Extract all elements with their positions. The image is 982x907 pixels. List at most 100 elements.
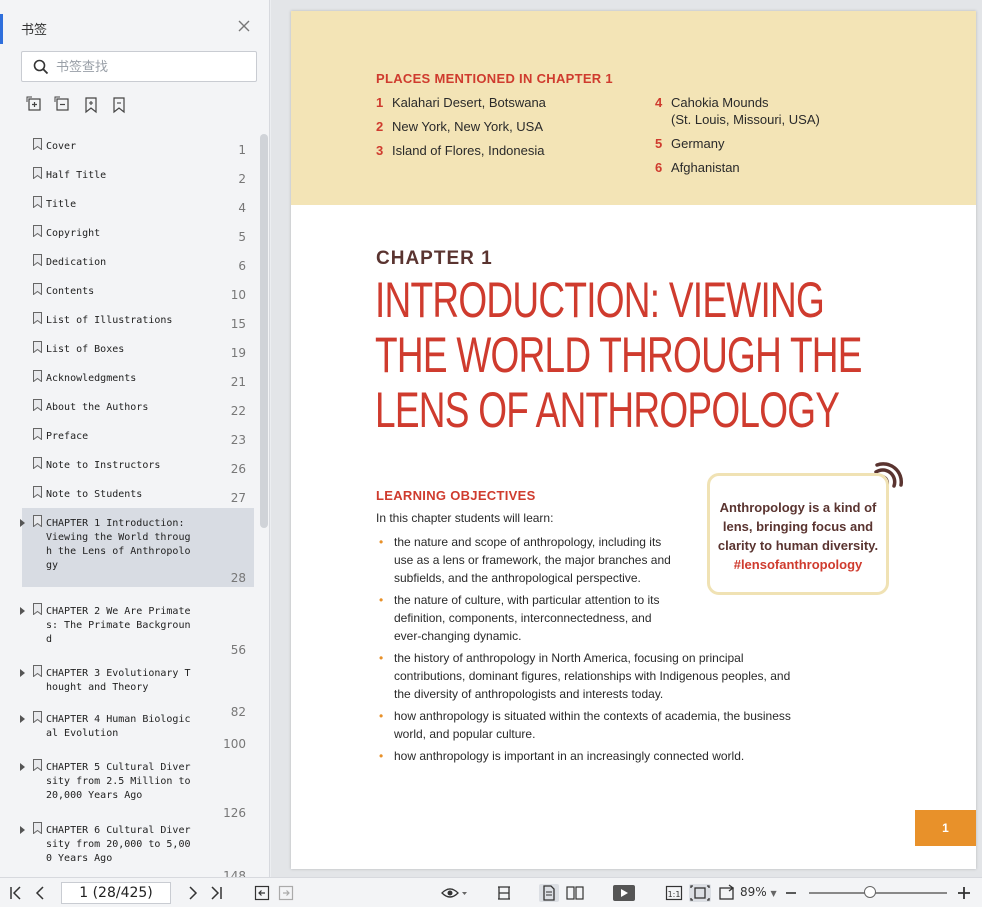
next-page-icon[interactable]: [185, 884, 201, 902]
actual-size-icon[interactable]: 1:1: [665, 884, 683, 902]
bookmark-label: CHAPTER 1 Introduction: Viewing the Worl…: [46, 518, 191, 571]
bookmark-item[interactable]: Dedication 6: [22, 247, 254, 277]
objective-text: the nature of culture, with particular a…: [394, 593, 660, 643]
place-name: Germany: [671, 136, 725, 151]
document-page: PLACES MENTIONED IN CHAPTER 1 1 Kalahari …: [291, 11, 976, 869]
bookmark-item[interactable]: Preface 23: [22, 421, 254, 451]
bookmark-item[interactable]: CHAPTER 1 Introduction: Viewing the Worl…: [20, 508, 254, 587]
place-item: 3 Island of Flores, Indonesia: [376, 142, 546, 159]
bookmark-item[interactable]: CHAPTER 2 We Are Primates: The Primate B…: [20, 596, 254, 657]
bookmark-flag-icon: [33, 428, 42, 440]
bookmark-flag-icon: [33, 822, 42, 834]
expand-arrow-icon[interactable]: [20, 519, 25, 527]
bookmark-label: CHAPTER 2 We Are Primates: The Primate B…: [46, 606, 191, 645]
zoom-level[interactable]: 89% ▼: [740, 885, 777, 899]
last-page-icon[interactable]: [208, 884, 224, 902]
bookmark-flag-icon: [33, 486, 42, 498]
bookmark-search-input[interactable]: [56, 57, 246, 77]
play-icon[interactable]: [612, 884, 636, 902]
bookmark-item[interactable]: Acknowledgments 21: [22, 363, 254, 393]
callout-hashtag: #lensofanthropology: [733, 557, 863, 572]
first-page-icon[interactable]: [8, 884, 24, 902]
bookmark-page-number: 26: [230, 462, 246, 476]
zoom-in-icon[interactable]: [956, 884, 972, 902]
place-name: Island of Flores, Indonesia: [392, 143, 545, 158]
bookmark-item[interactable]: Cover 1: [22, 131, 254, 161]
bookmark-panel-title: 书签: [21, 23, 48, 38]
expand-arrow-icon[interactable]: [20, 607, 25, 615]
zoom-out-icon[interactable]: [784, 884, 798, 902]
expand-all-icon[interactable]: [26, 96, 44, 114]
bookmark-item[interactable]: CHAPTER 4 Human Biological Evolution 100: [20, 704, 254, 751]
place-number: 3: [376, 143, 384, 158]
bookmark-item[interactable]: Half Title 2: [22, 160, 254, 190]
document-viewport[interactable]: PLACES MENTIONED IN CHAPTER 1 1 Kalahari …: [271, 0, 982, 877]
svg-text:1:1: 1:1: [668, 890, 681, 899]
previous-page-icon[interactable]: [32, 884, 48, 902]
chapter-title-line: THE WORLD THROUGH THE: [375, 327, 862, 383]
bookmark-label: Preface: [46, 431, 89, 442]
bookmark-item[interactable]: CHAPTER 6 Cultural Diversity from 20,000…: [20, 815, 254, 883]
bookmark-item[interactable]: Contents 10: [22, 276, 254, 306]
delete-bookmark-icon[interactable]: [110, 96, 128, 114]
fit-page-icon[interactable]: [689, 884, 711, 902]
collapse-all-icon[interactable]: [54, 96, 72, 114]
expand-arrow-icon[interactable]: [20, 715, 25, 723]
bookmark-item[interactable]: List of Boxes 19: [22, 334, 254, 364]
objective-item: how anthropology is situated within the …: [376, 707, 816, 743]
bookmark-label: Acknowledgments: [46, 373, 137, 384]
bookmark-item[interactable]: Copyright 5: [22, 218, 254, 248]
bookmark-item[interactable]: About the Authors 22: [22, 392, 254, 422]
double-page-icon[interactable]: [565, 884, 585, 902]
bookmark-flag-icon: [33, 283, 42, 295]
bookmark-item[interactable]: List of Illustrations 15: [22, 305, 254, 335]
expand-arrow-icon[interactable]: [20, 669, 25, 677]
objective-item: the history of anthropology in North Ame…: [376, 649, 816, 703]
eye-mode-icon[interactable]: [440, 884, 468, 902]
page-number-input[interactable]: 1 (28/425): [61, 882, 171, 904]
bookmark-flag-icon: [33, 138, 42, 150]
chapter-title-line: INTRODUCTION: VIEWING: [375, 272, 825, 328]
bookmark-label: CHAPTER 6 Cultural Diversity from 20,000…: [46, 825, 191, 864]
add-bookmark-icon[interactable]: [82, 96, 100, 114]
place-number: 2: [376, 119, 384, 134]
zoom-slider-knob[interactable]: [864, 886, 876, 898]
objective-text: how anthropology is important in an incr…: [394, 749, 745, 763]
place-name: New York, New York, USA: [392, 119, 544, 134]
bookmark-page-number: 23: [230, 433, 246, 447]
bookmark-label: Title: [46, 199, 77, 210]
bookmark-item[interactable]: Note to Students 27: [22, 479, 254, 509]
bookmark-flag-icon: [33, 515, 42, 527]
zoom-slider-track[interactable]: [809, 892, 947, 894]
places-list-right: 4 Cahokia Mounds (St. Louis, Missouri, US…: [655, 94, 820, 183]
bookmark-item[interactable]: Title 4: [22, 189, 254, 219]
rotate-icon[interactable]: [717, 884, 737, 902]
bookmark-page-number: 100: [223, 737, 246, 751]
pdf-reader-window: 书签 Cover 1 Half Title 2 Title 4 Copyright 5 Dedi…: [0, 0, 982, 907]
expand-arrow-icon[interactable]: [20, 826, 25, 834]
bookmark-label: List of Boxes: [46, 344, 125, 355]
forward-icon[interactable]: [278, 884, 294, 902]
single-page-icon[interactable]: [539, 884, 559, 902]
place-item: 4 Cahokia Mounds (St. Louis, Missouri, US…: [655, 94, 820, 128]
bookmark-scrollbar[interactable]: [260, 134, 268, 528]
bookmark-label: CHAPTER 5 Cultural Diversity from 2.5 Mi…: [46, 762, 191, 801]
panel-accent-bar: [0, 14, 3, 44]
bookmark-flag-icon: [33, 665, 42, 677]
place-item: 1 Kalahari Desert, Botswana: [376, 94, 546, 111]
bookmark-item[interactable]: Note to Instructors 26: [22, 450, 254, 480]
bookmark-item[interactable]: CHAPTER 5 Cultural Diversity from 2.5 Mi…: [20, 752, 254, 820]
bookmark-search-box[interactable]: [21, 51, 257, 82]
bookmark-label: Note to Instructors: [46, 460, 161, 471]
bookmark-page-number: 6: [238, 259, 246, 273]
bookmark-label: Dedication: [46, 257, 107, 268]
chapter-title: INTRODUCTION: VIEWING THE WORLD THROUGH T…: [375, 272, 862, 438]
expand-arrow-icon[interactable]: [20, 763, 25, 771]
fit-width-icon[interactable]: [496, 884, 512, 902]
bookmark-label: Copyright: [46, 228, 101, 239]
objective-item: how anthropology is important in an incr…: [376, 747, 816, 765]
back-icon[interactable]: [254, 884, 270, 902]
place-name: Afghanistan: [671, 160, 740, 175]
close-icon[interactable]: [236, 18, 252, 34]
chapter-number: CHAPTER 1: [376, 248, 493, 269]
